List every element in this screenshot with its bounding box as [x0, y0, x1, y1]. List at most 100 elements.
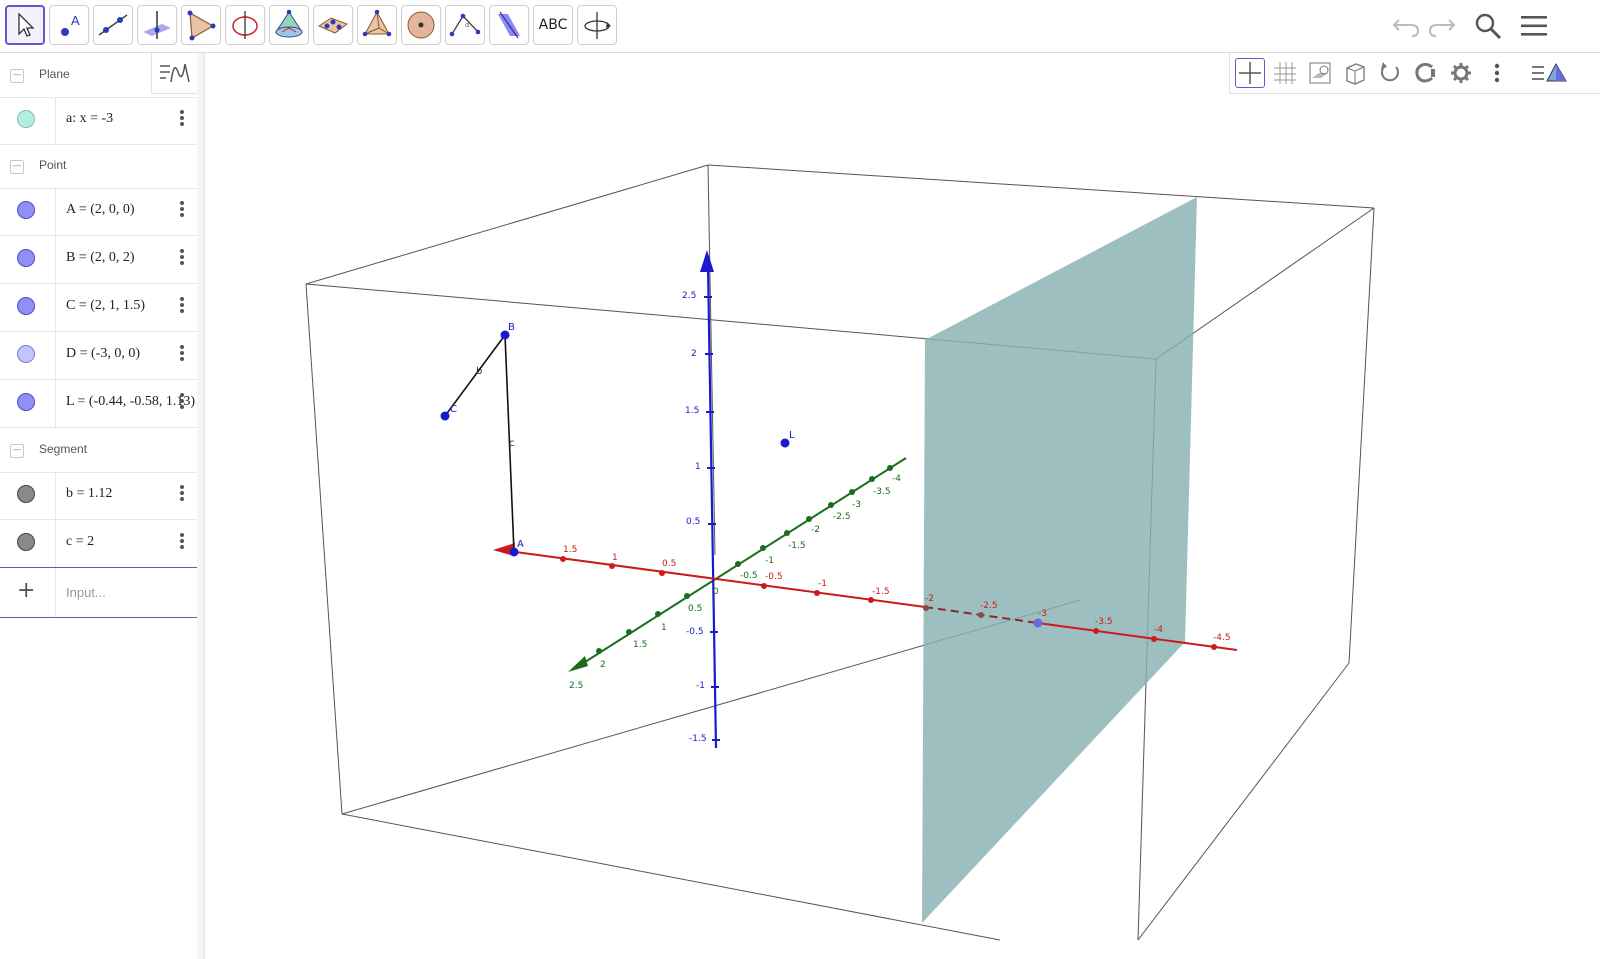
segment-c-label: c — [509, 438, 515, 449]
algebra-expression[interactable]: A = (2, 0, 0) — [66, 202, 135, 218]
circle-around-axis-icon — [232, 11, 258, 39]
perpendicular-line-icon — [143, 11, 171, 39]
angle-icon: α — [449, 13, 481, 37]
more-options-icon[interactable] — [176, 198, 188, 222]
toggle-grid-button[interactable] — [1270, 58, 1300, 88]
point-D[interactable] — [1033, 618, 1043, 628]
view-menu-button[interactable] — [1527, 58, 1573, 88]
group-name: Point — [39, 158, 67, 172]
algebra-item-D[interactable]: D = (-3, 0, 0) — [0, 332, 197, 380]
point-A-label: A — [517, 539, 524, 550]
visibility-marble-icon[interactable] — [17, 533, 35, 551]
perpendicular-line-tool-button[interactable] — [137, 5, 177, 45]
algebra-expression[interactable]: B = (2, 0, 2) — [66, 250, 135, 266]
algebra-item-L[interactable]: L = (-0.44, -0.58, 1.13) — [0, 380, 197, 428]
cube-icon — [1346, 63, 1365, 85]
circle-axis-tool-button[interactable] — [225, 5, 265, 45]
z-tick-label: 1.5 — [685, 406, 699, 416]
z-tick-label: 2.5 — [682, 291, 696, 301]
pyramid-tool-button[interactable] — [269, 5, 309, 45]
x-tick-label: -4.5 — [1213, 633, 1231, 643]
visibility-marble-icon[interactable] — [17, 201, 35, 219]
main-menu-button[interactable] — [1518, 10, 1550, 42]
algebra-input-field[interactable]: Input... — [66, 585, 106, 600]
origin-label: 0 — [713, 587, 719, 597]
algebra-item-a[interactable]: a: x = -3 — [0, 97, 197, 145]
y-tick-label: -2.5 — [833, 512, 851, 522]
visibility-marble-icon[interactable] — [17, 110, 35, 128]
algebra-expression[interactable]: b = 1.12 — [66, 486, 112, 502]
y-tick-label: 0.5 — [688, 604, 702, 614]
plane-tool-button[interactable] — [489, 5, 529, 45]
more-style-options-button[interactable] — [1482, 58, 1512, 88]
point-tool-button[interactable]: A — [49, 5, 89, 45]
collapse-icon[interactable]: — — [10, 69, 24, 83]
collapse-icon[interactable]: — — [10, 444, 24, 458]
add-icon[interactable]: + — [17, 578, 35, 603]
algebra-item-c[interactable]: c = 2 — [0, 520, 197, 568]
visibility-marble-icon[interactable] — [17, 345, 35, 363]
algebra-expression[interactable]: D = (-3, 0, 0) — [66, 346, 140, 362]
toggle-axes-button[interactable] — [1235, 58, 1265, 88]
more-options-icon[interactable] — [176, 530, 188, 554]
toggle-plane-button[interactable] — [1305, 58, 1335, 88]
algebra-expression[interactable]: c = 2 — [66, 534, 94, 550]
redo-icon — [1428, 19, 1456, 37]
rotate-view-tool-button[interactable] — [577, 5, 617, 45]
y-tick-label: -1.5 — [788, 541, 806, 551]
sphere-tool-button[interactable] — [401, 5, 441, 45]
x-tick-label: -1 — [818, 579, 827, 589]
x-tick-label: -3 — [1038, 609, 1047, 619]
plane-a[interactable] — [922, 197, 1197, 923]
z-tick-label: 0.5 — [686, 517, 700, 527]
view-menu-icon — [1532, 62, 1567, 82]
algebra-item-b[interactable]: b = 1.12 — [0, 472, 197, 520]
visibility-marble-icon[interactable] — [17, 249, 35, 267]
algebra-expression[interactable]: C = (2, 1, 1.5) — [66, 298, 145, 314]
search-icon — [1475, 13, 1502, 40]
group-header-segment[interactable]: — Segment — [0, 428, 197, 473]
algebra-input-row[interactable]: + Input... — [0, 567, 197, 618]
algebra-expression[interactable]: a: x = -3 — [66, 111, 113, 127]
graphics-settings-button[interactable] — [1446, 58, 1476, 88]
text-tool-button[interactable]: ABC — [533, 5, 573, 45]
polygon-tool-button[interactable] — [181, 5, 221, 45]
panel-divider[interactable] — [197, 53, 205, 959]
point-C[interactable] — [440, 411, 450, 421]
toggle-clipping-box-button[interactable] — [1340, 58, 1370, 88]
z-tick-label: -1 — [696, 681, 705, 691]
rotate-view-button[interactable] — [1375, 58, 1405, 88]
redo-button[interactable] — [1426, 10, 1458, 42]
y-tick-label: 1 — [661, 623, 667, 633]
projection-button[interactable] — [1410, 58, 1440, 88]
visibility-marble-icon[interactable] — [17, 393, 35, 411]
more-options-icon[interactable] — [176, 342, 188, 366]
graphics-3d-view[interactable]: 2.5 2 1.5 1 0.5 -0.5 -1 -1.5 -2 -2.5 -3 … — [205, 53, 1600, 959]
line-tool-button[interactable] — [93, 5, 133, 45]
undo-button[interactable] — [1390, 10, 1422, 42]
search-button[interactable] — [1472, 10, 1504, 42]
x-tick-label: 0.5 — [662, 559, 676, 569]
more-options-icon[interactable] — [176, 482, 188, 506]
tetrahedron-tool-button[interactable] — [357, 5, 397, 45]
clipping-box — [305, 164, 1375, 941]
svg-text:A: A — [71, 13, 80, 28]
intersect-tool-button[interactable] — [313, 5, 353, 45]
collapse-icon[interactable]: — — [10, 160, 24, 174]
visibility-marble-icon[interactable] — [17, 297, 35, 315]
point-B-label: B — [508, 322, 515, 333]
more-options-icon[interactable] — [176, 107, 188, 131]
algebra-item-C[interactable]: C = (2, 1, 1.5) — [0, 284, 197, 332]
group-header-plane[interactable]: — Plane — [0, 53, 197, 98]
algebra-item-A[interactable]: A = (2, 0, 0) — [0, 188, 197, 236]
angle-tool-button[interactable]: α — [445, 5, 485, 45]
more-options-icon[interactable] — [176, 390, 188, 414]
more-options-icon[interactable] — [176, 294, 188, 318]
visibility-marble-icon[interactable] — [17, 485, 35, 503]
x-tick-label: -2 — [925, 594, 934, 604]
group-header-point[interactable]: — Point — [0, 144, 197, 189]
graphics-canvas[interactable]: 2.5 2 1.5 1 0.5 -0.5 -1 -1.5 -2 -2.5 -3 … — [205, 53, 1600, 959]
move-tool-button[interactable] — [5, 5, 45, 45]
more-options-icon[interactable] — [176, 246, 188, 270]
algebra-item-B[interactable]: B = (2, 0, 2) — [0, 236, 197, 284]
